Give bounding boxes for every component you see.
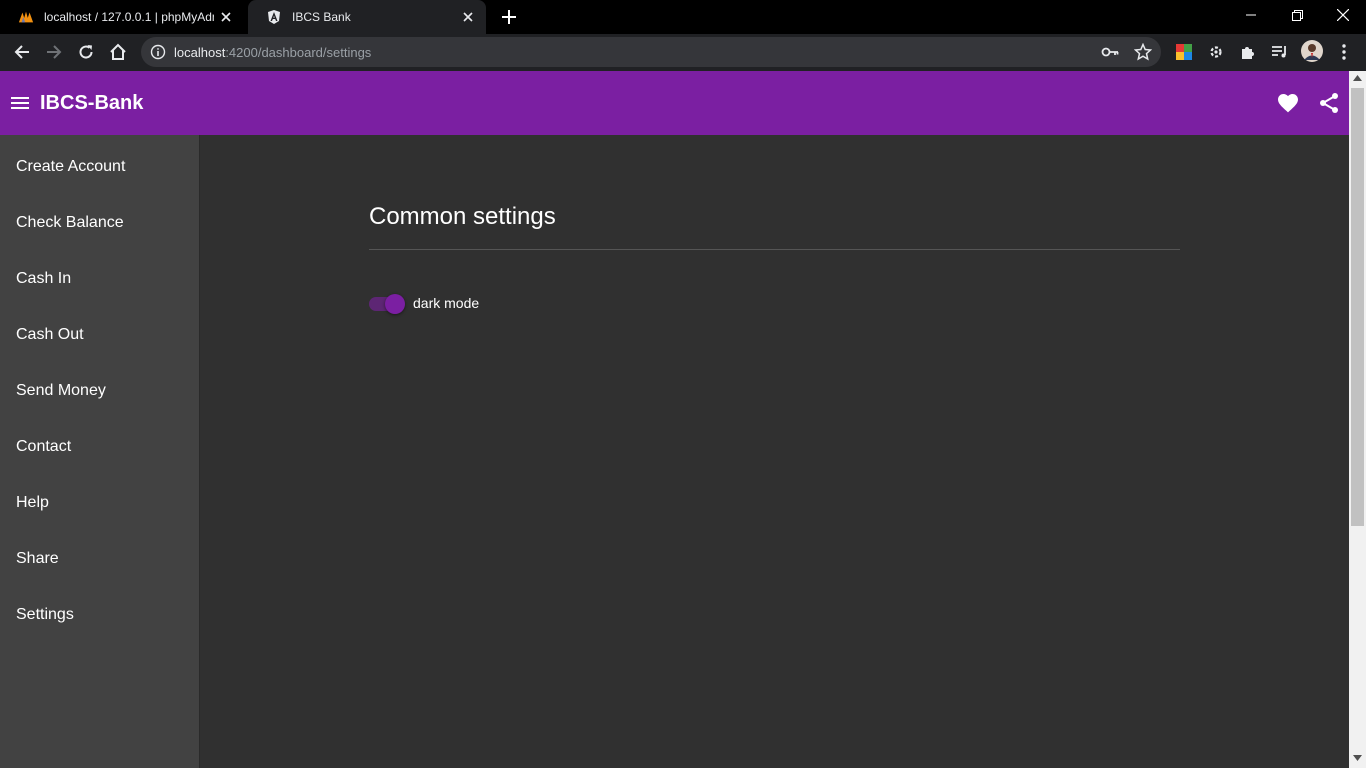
nav-item-settings[interactable]: Settings	[0, 591, 199, 639]
app-brand: IBCS-Bank	[40, 92, 144, 114]
browser-tab-phpmyadmin[interactable]: localhost / 127.0.0.1 | phpMyAdmin	[0, 0, 244, 34]
key-icon[interactable]	[1101, 44, 1119, 60]
more-vert-icon	[1342, 44, 1346, 60]
arrow-left-icon	[14, 45, 29, 59]
media-playlist-icon[interactable]	[1270, 42, 1290, 62]
divider	[369, 249, 1180, 250]
extension-gear-icon[interactable]	[1206, 42, 1226, 62]
restore-icon	[1291, 9, 1303, 21]
extensions-puzzle-icon[interactable]	[1238, 42, 1258, 62]
bookmark-star-icon[interactable]	[1134, 43, 1152, 61]
scroll-down-icon[interactable]	[1353, 755, 1362, 761]
close-window-button[interactable]	[1320, 0, 1366, 30]
address-bar[interactable]: localhost:4200/dashboard/settings	[141, 37, 1161, 67]
info-icon[interactable]	[150, 44, 166, 60]
new-tab-button[interactable]	[496, 5, 522, 29]
nav-item-cash-in[interactable]: Cash In	[0, 255, 199, 303]
menu-icon	[11, 97, 29, 109]
tab-title: IBCS Bank	[292, 10, 351, 24]
phpmyadmin-icon	[18, 9, 34, 25]
heart-icon[interactable]	[1276, 91, 1300, 115]
back-button[interactable]	[8, 38, 36, 66]
settings-panel: Common settings dark mode	[200, 135, 1349, 768]
angular-icon	[266, 9, 282, 25]
toggle-thumb	[385, 294, 405, 314]
scroll-up-icon[interactable]	[1353, 75, 1362, 81]
dark-mode-toggle[interactable]	[369, 292, 409, 316]
app-root: IBCS-Bank Create Account Check Balance C…	[0, 71, 1349, 768]
reload-icon	[79, 45, 93, 59]
reload-button[interactable]	[72, 38, 100, 66]
app-toolbar: IBCS-Bank	[0, 71, 1349, 135]
page-title: Common settings	[369, 203, 556, 230]
avatar[interactable]	[1301, 40, 1323, 62]
browser-menu-button[interactable]	[1334, 42, 1354, 62]
browser-tab-ibcs-bank[interactable]: IBCS Bank	[248, 0, 486, 34]
share-icon[interactable]	[1317, 91, 1341, 115]
forward-button[interactable]	[40, 38, 68, 66]
home-button[interactable]	[104, 38, 132, 66]
minimize-icon	[1246, 14, 1256, 16]
nav-item-help[interactable]: Help	[0, 479, 199, 527]
page-scrollbar[interactable]	[1349, 71, 1366, 768]
browser-toolbar: localhost:4200/dashboard/settings	[0, 34, 1366, 71]
close-icon[interactable]	[214, 5, 238, 29]
nav-item-share[interactable]: Share	[0, 535, 199, 583]
menu-button[interactable]	[8, 91, 32, 115]
minimize-button[interactable]	[1228, 0, 1274, 30]
nav-item-create-account[interactable]: Create Account	[0, 143, 199, 191]
home-icon	[110, 43, 126, 60]
close-icon[interactable]	[456, 5, 480, 29]
nav-item-contact[interactable]: Contact	[0, 423, 199, 471]
arrow-right-icon	[47, 45, 62, 59]
tab-title: localhost / 127.0.0.1 | phpMyAdmin	[44, 10, 214, 24]
url-host: localhost	[174, 45, 226, 60]
close-icon	[1337, 9, 1349, 21]
plus-icon	[502, 10, 516, 24]
dark-mode-label: dark mode	[413, 295, 480, 311]
url-path: :4200/dashboard/settings	[225, 45, 372, 60]
nav-item-send-money[interactable]: Send Money	[0, 367, 199, 415]
nav-item-cash-out[interactable]: Cash Out	[0, 311, 199, 359]
browser-tab-strip: localhost / 127.0.0.1 | phpMyAdmin IBCS …	[0, 0, 1366, 34]
nav-item-check-balance[interactable]: Check Balance	[0, 199, 199, 247]
url-text: localhost:4200/dashboard/settings	[174, 45, 371, 60]
scrollbar-thumb[interactable]	[1351, 88, 1364, 526]
side-nav: Create Account Check Balance Cash In Cas…	[0, 135, 200, 768]
extension-colorful-icon[interactable]	[1174, 42, 1194, 62]
restore-button[interactable]	[1274, 0, 1320, 30]
